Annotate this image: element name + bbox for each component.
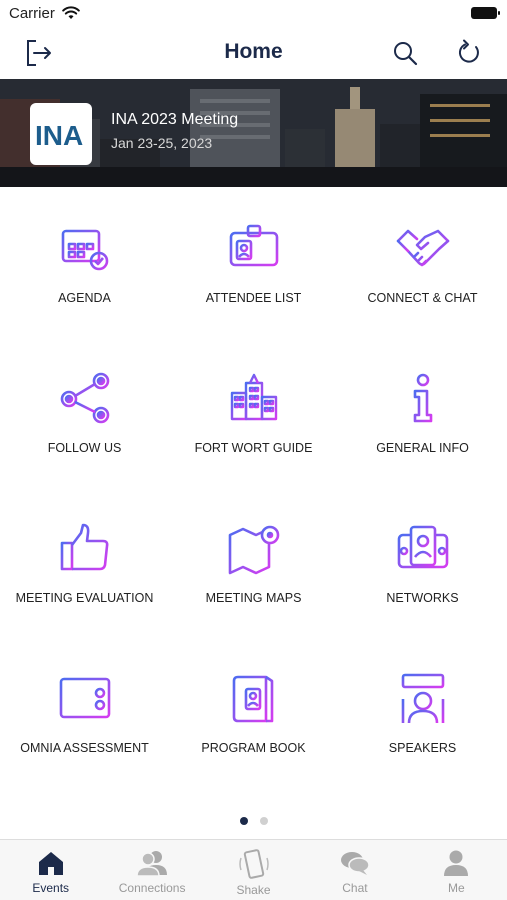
info-icon xyxy=(393,369,453,429)
shake-phone-icon xyxy=(238,849,269,879)
people-icon xyxy=(136,851,168,877)
home-icon xyxy=(38,852,63,875)
page-title: Home xyxy=(224,40,283,63)
tile-program-book[interactable]: PROGRAM BOOK xyxy=(169,637,338,787)
tile-label: GENERAL INFO xyxy=(376,441,469,455)
network-icon xyxy=(393,519,453,579)
tile-label: OMNIA ASSESSMENT xyxy=(20,741,149,755)
speaker-icon xyxy=(393,669,453,729)
handshake-icon xyxy=(393,219,453,279)
carrier-label: Carrier xyxy=(9,5,55,22)
book-icon xyxy=(224,669,284,729)
search-icon xyxy=(394,42,418,66)
tab-label: Chat xyxy=(342,881,368,895)
thumbs-up-icon xyxy=(55,519,115,579)
tab-shake[interactable]: Shake xyxy=(203,840,304,900)
tab-label: Shake xyxy=(236,883,271,897)
tile-label: NETWORKS xyxy=(386,591,459,605)
checklist-icon xyxy=(55,669,115,729)
tile-fort-worth-guide[interactable]: FORT WORT GUIDE xyxy=(169,337,338,487)
tile-networks[interactable]: NETWORKS xyxy=(338,487,507,637)
tab-label: Events xyxy=(32,881,70,895)
feature-grid: AGENDA ATTENDEE LIST CONNECT & CHAT FOLL… xyxy=(0,187,507,807)
search-button[interactable] xyxy=(388,36,422,70)
tile-speakers[interactable]: SPEAKERS xyxy=(338,637,507,787)
refresh-icon xyxy=(458,39,479,63)
event-title: INA 2023 Meeting xyxy=(111,111,239,128)
event-logo-text: INA xyxy=(35,120,83,150)
city-icon xyxy=(224,369,284,429)
tab-connections[interactable]: Connections xyxy=(101,840,202,900)
tile-label: SPEAKERS xyxy=(388,741,457,755)
tile-label: MEETING MAPS xyxy=(205,591,302,605)
tab-me[interactable]: Me xyxy=(406,840,507,900)
tile-connect-chat[interactable]: CONNECT & CHAT xyxy=(338,187,507,337)
nav-bar: Home xyxy=(0,28,507,78)
share-icon xyxy=(55,369,115,429)
id-badge-icon xyxy=(224,219,284,279)
map-icon xyxy=(224,519,284,579)
wifi-icon xyxy=(62,6,80,25)
event-dates: Jan 23-25, 2023 xyxy=(111,135,213,151)
tile-general-info[interactable]: GENERAL INFO xyxy=(338,337,507,487)
tile-attendee-list[interactable]: ATTENDEE LIST xyxy=(169,187,338,337)
tab-label: Connections xyxy=(118,881,186,895)
status-bar: Carrier xyxy=(0,0,507,28)
tile-follow-us[interactable]: FOLLOW US xyxy=(0,337,169,487)
battery-icon xyxy=(471,7,500,19)
tile-label: MEETING EVALUATION xyxy=(15,591,154,605)
tab-label: Me xyxy=(447,881,465,895)
tile-meeting-maps[interactable]: MEETING MAPS xyxy=(169,487,338,637)
tab-bar: Events Connections Shake Chat Me xyxy=(0,839,507,900)
tab-chat[interactable]: Chat xyxy=(304,840,405,900)
tile-label: ATTENDEE LIST xyxy=(205,291,302,305)
calendar-icon xyxy=(55,219,115,279)
chat-bubble-icon xyxy=(340,852,370,875)
page-indicator[interactable] xyxy=(0,817,507,827)
tab-events[interactable]: Events xyxy=(0,840,101,900)
page-dot[interactable] xyxy=(259,817,268,825)
tile-omnia-assessment[interactable]: OMNIA ASSESSMENT xyxy=(0,637,169,787)
refresh-button[interactable] xyxy=(452,36,486,70)
person-icon xyxy=(444,850,469,876)
tile-meeting-evaluation[interactable]: MEETING EVALUATION xyxy=(0,487,169,637)
tile-label: CONNECT & CHAT xyxy=(367,291,478,305)
tile-agenda[interactable]: AGENDA xyxy=(0,187,169,337)
event-logo: INA xyxy=(30,103,92,165)
tile-label: AGENDA xyxy=(58,291,111,305)
page-dot-active[interactable] xyxy=(239,817,248,825)
event-banner[interactable]: INA INA 2023 Meeting Jan 23-25, 2023 xyxy=(0,79,507,187)
tile-label: PROGRAM BOOK xyxy=(201,741,306,755)
tile-label: FORT WORT GUIDE xyxy=(194,441,313,455)
tile-label: FOLLOW US xyxy=(47,441,122,455)
